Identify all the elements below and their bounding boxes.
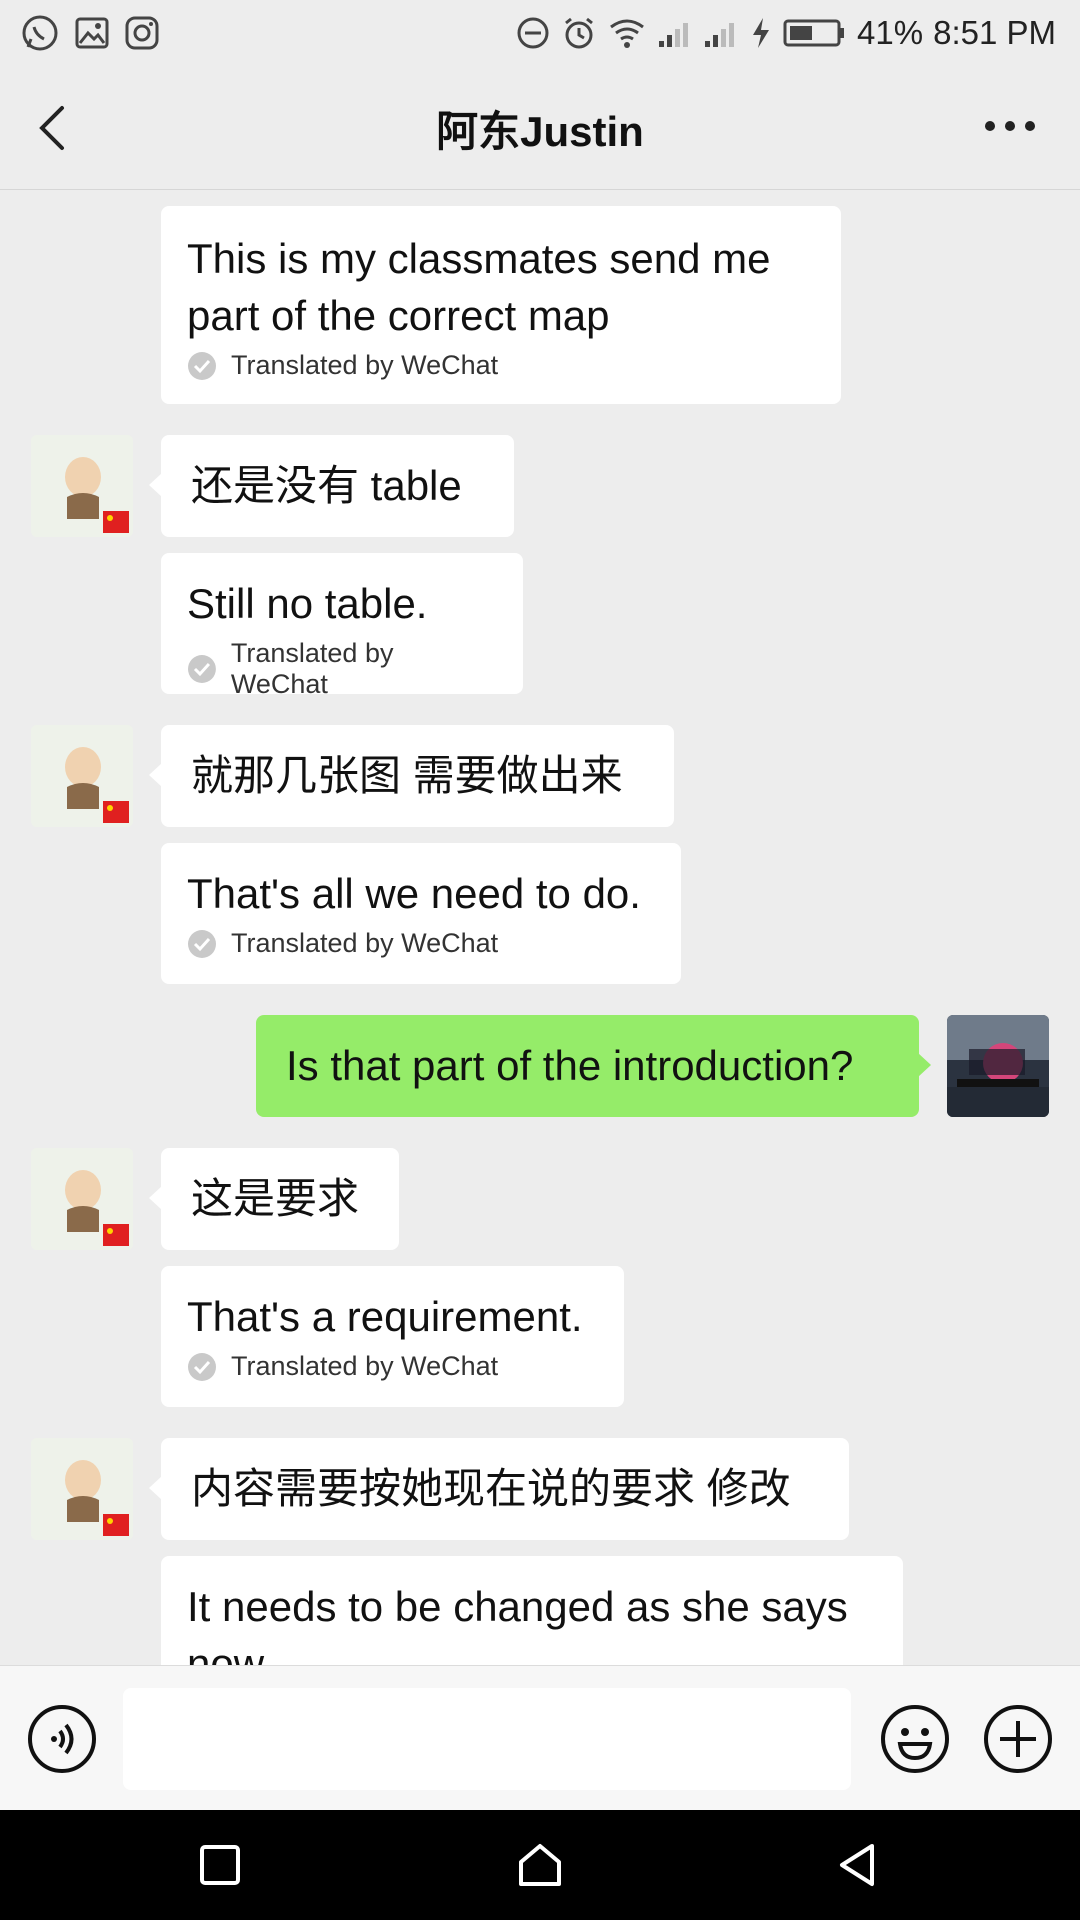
alarm-icon bbox=[561, 15, 597, 51]
translation-note: Translated by WeChat bbox=[187, 350, 815, 381]
avatar-image bbox=[31, 1148, 133, 1250]
signal-icon bbox=[657, 15, 693, 51]
signal-icon bbox=[703, 15, 739, 51]
status-bar: 41% 8:51 PM bbox=[0, 0, 1080, 66]
message-text: 还是没有 table bbox=[191, 462, 462, 509]
whatsapp-icon bbox=[20, 13, 60, 53]
message-text: Still no table. bbox=[187, 580, 428, 627]
message-bubble-received[interactable]: That's all we need to do. Translated by … bbox=[161, 843, 681, 984]
emoji-button[interactable] bbox=[880, 1704, 950, 1774]
my-avatar[interactable] bbox=[947, 1015, 1049, 1117]
check-circle-icon bbox=[188, 351, 216, 380]
contact-avatar[interactable] bbox=[31, 435, 133, 537]
message-text: 这是要求 bbox=[191, 1175, 360, 1222]
check-circle-icon bbox=[187, 655, 216, 683]
translation-note: Translated by WeChat bbox=[187, 1351, 598, 1382]
voice-icon bbox=[28, 1705, 96, 1773]
message-text: That's a requirement. bbox=[187, 1293, 583, 1340]
message-bubble-sent[interactable]: Is that part of the introduction? bbox=[256, 1015, 931, 1117]
message-input[interactable] bbox=[123, 1688, 851, 1790]
message-bubble-received[interactable]: 还是没有 table bbox=[149, 435, 514, 537]
battery-icon bbox=[783, 15, 847, 51]
more-dots-icon bbox=[985, 121, 1035, 131]
message-text: This is my classmates send me part of th… bbox=[187, 235, 771, 339]
message-text: 内容需要按她现在说的要求 修改 bbox=[191, 1465, 791, 1512]
message-bubble-received[interactable]: 就那几张图 需要做出来 bbox=[149, 725, 674, 827]
message-bubble-received[interactable]: That's a requirement. Translated by WeCh… bbox=[161, 1266, 624, 1407]
more-button[interactable] bbox=[980, 106, 1040, 146]
home-icon bbox=[519, 1844, 561, 1886]
back-nav-button[interactable] bbox=[832, 1840, 882, 1890]
battery-percent: 41% bbox=[857, 14, 924, 51]
home-button[interactable] bbox=[515, 1840, 565, 1890]
plus-button[interactable] bbox=[983, 1704, 1053, 1774]
status-time: 8:51 PM bbox=[933, 14, 1056, 51]
translation-label: Translated by WeChat bbox=[231, 928, 499, 958]
dnd-icon bbox=[515, 15, 551, 51]
translation-label: Translated by WeChat bbox=[231, 1351, 499, 1381]
avatar-image bbox=[31, 1438, 133, 1540]
translation-label: Translated by WeChat bbox=[231, 350, 499, 380]
recents-button[interactable] bbox=[195, 1840, 245, 1890]
recents-square-icon bbox=[200, 1845, 240, 1885]
plus-circle-icon bbox=[984, 1705, 1052, 1773]
message-bubble-received[interactable]: 这是要求 bbox=[149, 1148, 399, 1250]
charging-icon bbox=[749, 15, 773, 51]
message-text: It needs to be changed as she says now. bbox=[187, 1583, 848, 1665]
check-circle-icon bbox=[188, 929, 216, 958]
translation-note: Translated by WeChat bbox=[187, 638, 497, 700]
message-bubble-received[interactable]: It needs to be changed as she says now. bbox=[161, 1556, 903, 1665]
check-circle-icon bbox=[188, 1352, 216, 1381]
contact-avatar[interactable] bbox=[31, 1148, 133, 1250]
avatar-image bbox=[947, 1015, 1049, 1117]
message-bubble-received[interactable]: This is my classmates send me part of th… bbox=[161, 206, 841, 404]
back-triangle-icon bbox=[840, 1844, 874, 1886]
message-bubble-received[interactable]: Still no table. Translated by WeChat bbox=[161, 553, 523, 699]
emoji-icon bbox=[881, 1705, 949, 1773]
composer-bar bbox=[0, 1665, 1080, 1811]
contact-avatar[interactable] bbox=[31, 1438, 133, 1540]
chat-message-list[interactable]: This is my classmates send me part of th… bbox=[0, 190, 1080, 1665]
voice-button[interactable] bbox=[27, 1704, 97, 1774]
gallery-icon bbox=[74, 15, 110, 51]
contact-avatar[interactable] bbox=[31, 725, 133, 827]
chat-header: 阿东Justin bbox=[0, 66, 1080, 190]
translation-note: Translated by WeChat bbox=[187, 928, 655, 959]
wifi-icon bbox=[607, 15, 647, 51]
translation-label: Translated by WeChat bbox=[230, 638, 394, 699]
message-text: That's all we need to do. bbox=[187, 870, 641, 917]
system-nav-bar bbox=[0, 1810, 1080, 1920]
avatar-image bbox=[31, 725, 133, 827]
instagram-icon bbox=[124, 15, 160, 51]
message-bubble-received[interactable]: 内容需要按她现在说的要求 修改 bbox=[149, 1438, 849, 1540]
message-text: Is that part of the introduction? bbox=[286, 1042, 854, 1089]
avatar-image bbox=[31, 435, 133, 537]
page-title: 阿东Justin bbox=[436, 108, 644, 155]
message-text: 就那几张图 需要做出来 bbox=[191, 752, 623, 799]
